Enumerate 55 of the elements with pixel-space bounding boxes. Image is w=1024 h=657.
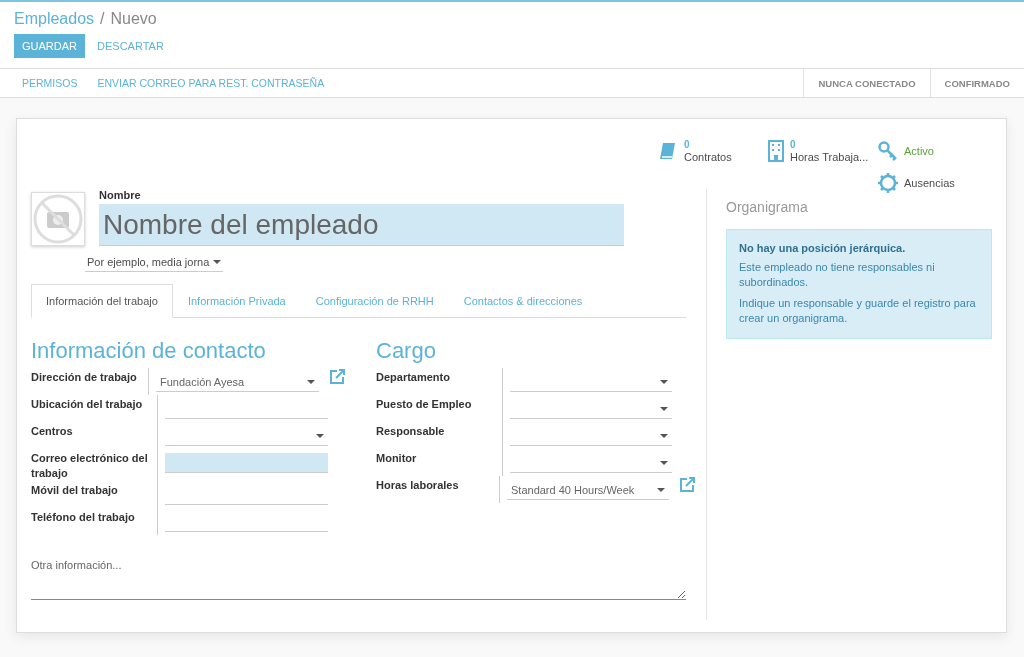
tab[interactable]: Información Privada <box>172 284 301 318</box>
input-field[interactable] <box>165 453 328 473</box>
breadcrumb-link[interactable]: Empleados <box>14 10 95 28</box>
breadcrumb-separator: / <box>100 10 105 28</box>
field-label: Teléfono del trabajo <box>31 508 158 535</box>
caret-icon <box>316 433 324 438</box>
field-label: Ubicación del trabajo <box>31 395 158 422</box>
notes-field[interactable]: Otra información... <box>31 559 686 600</box>
job-title-select[interactable]: Por ejemplo, media jorna <box>85 254 223 272</box>
field-label: Puesto de Empleo <box>376 395 503 422</box>
avatar-placeholder[interactable] <box>31 192 85 246</box>
caret-icon <box>660 433 668 438</box>
key-icon <box>878 141 898 161</box>
tab[interactable]: Configuración de RRHH <box>300 284 449 318</box>
external-link-icon[interactable] <box>679 476 696 493</box>
status-step[interactable]: NUNCA CONECTADO <box>803 69 930 97</box>
field-label: Departamento <box>376 368 503 395</box>
caret-icon <box>660 406 668 411</box>
field-label: Nombre <box>99 189 142 201</box>
section-title: Cargo <box>376 338 437 364</box>
field-label: Centros <box>31 422 158 449</box>
header-action-button[interactable]: ENVIAR CORREO PARA REST. CONTRASEÑA <box>89 77 333 89</box>
field-label: Correo electrónico del trabajo <box>31 449 158 481</box>
header-action-button[interactable]: PERMISOS <box>14 77 86 89</box>
field-label: Monitor <box>376 449 503 476</box>
field-label: Responsable <box>376 422 503 449</box>
alert-title: No hay una posición jerárquica. <box>739 242 907 254</box>
caret-icon <box>660 460 668 465</box>
external-link-icon[interactable] <box>329 368 346 385</box>
smart-button[interactable]: 0 Horas Trabaja... <box>768 135 878 167</box>
no-photo-icon <box>32 193 84 245</box>
smart-button[interactable]: 0 Contratos <box>658 135 768 167</box>
book-icon <box>658 141 678 161</box>
building-icon <box>768 140 784 162</box>
discard-button[interactable]: DESCARTAR <box>89 34 172 58</box>
alert-text: Indique un responsable y guarde el registro para crear un organigrama. <box>739 296 977 326</box>
breadcrumb-current: Nuevo <box>110 10 157 28</box>
field-label: Horas laborales <box>376 476 500 503</box>
caret-icon <box>657 487 665 492</box>
save-button[interactable]: GUARDAR <box>14 34 85 58</box>
caret-icon <box>307 379 315 384</box>
gear-icon <box>878 173 898 193</box>
field-label: Móvil del trabajo <box>31 481 158 508</box>
alert-text: Este empleado no tiene responsables ni subordinados. <box>739 260 936 290</box>
active-toggle-button[interactable]: Activo <box>878 135 978 167</box>
section-title: Información de contacto <box>31 338 267 364</box>
caret-icon <box>213 260 221 264</box>
field-label: Dirección de trabajo <box>31 368 149 395</box>
status-step[interactable]: CONFIRMADO <box>929 69 1024 97</box>
tab[interactable]: Contactos & direcciones <box>448 284 598 318</box>
organigram-title: Organigrama <box>726 199 809 215</box>
smart-button[interactable]: Ausencias <box>878 167 978 199</box>
caret-icon <box>660 379 668 384</box>
employee-name-field[interactable]: Nombre del empleado <box>99 204 624 246</box>
tab[interactable]: Información del trabajo <box>31 284 173 318</box>
